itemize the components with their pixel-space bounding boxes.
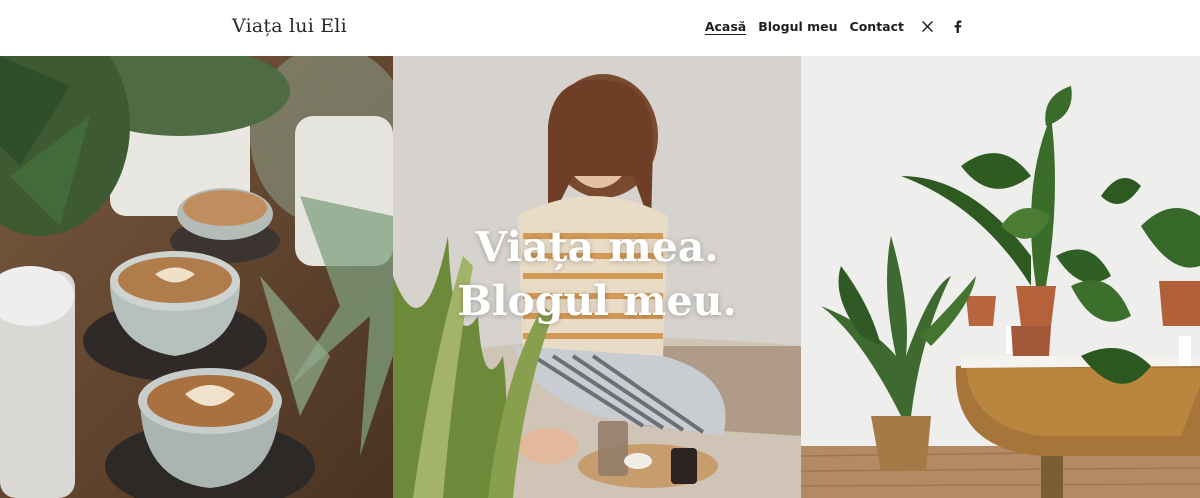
hero-title-line2: Blogul meu. bbox=[457, 277, 737, 325]
nav-link-contact[interactable]: Contact bbox=[850, 19, 904, 34]
main-nav: Acasă Blogul meu Contact bbox=[705, 19, 964, 34]
nav-link-home[interactable]: Acasă bbox=[705, 19, 746, 34]
site-title[interactable]: Viața lui Eli bbox=[232, 15, 347, 37]
hero-section: Viața mea. Blogul meu. bbox=[0, 56, 1200, 498]
x-icon[interactable] bbox=[920, 20, 934, 34]
hero-title-line1: Viața mea. bbox=[475, 223, 719, 271]
facebook-icon[interactable] bbox=[950, 20, 964, 34]
site-header: Viața lui Eli Acasă Blogul meu Contact bbox=[0, 0, 1200, 56]
nav-link-blog[interactable]: Blogul meu bbox=[758, 19, 837, 34]
coffee-plants-photo bbox=[0, 56, 393, 498]
plants-bathtub-photo bbox=[801, 56, 1200, 498]
hero-title: Viața mea. Blogul meu. bbox=[393, 220, 801, 328]
